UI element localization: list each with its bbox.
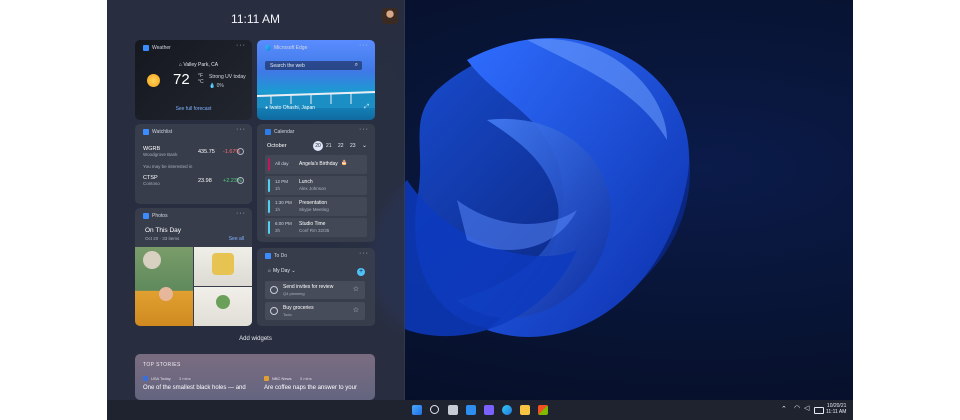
weather-widget[interactable]: Weather ··· ⌂ Valley Park, CA 72 °F °C S… (135, 40, 252, 120)
precip-icon: 💧 (209, 83, 216, 89)
search-icon[interactable] (430, 405, 439, 414)
cake-icon: 🎂 (341, 160, 348, 166)
weather-temp: 72 (173, 71, 190, 88)
top-stories-title: TOP STORIES (143, 362, 181, 368)
add-task-icon[interactable]: + (357, 268, 365, 276)
task-checkbox[interactable] (270, 286, 278, 294)
wifi-icon[interactable]: ◠ (794, 404, 800, 412)
battery-icon[interactable] (814, 407, 824, 414)
more-options-icon[interactable]: ··· (359, 250, 369, 257)
volume-icon[interactable]: ◁ (804, 404, 809, 412)
add-widgets-button[interactable]: Add widgets (107, 336, 404, 342)
edge-icon (265, 45, 271, 51)
remove-stock-icon[interactable] (237, 148, 244, 155)
photos-heading: On This Day (145, 227, 182, 234)
start-icon[interactable] (412, 405, 422, 415)
chevron-up-icon[interactable]: ⌃ (781, 405, 787, 413)
star-icon[interactable]: ☆ (353, 306, 359, 314)
watchlist-widget[interactable]: Watchlist ··· WGRB Woodgrove Bank 435.75… (135, 124, 252, 204)
image-caption: Iwato Ohashi, Japan (269, 105, 316, 111)
todo-icon (265, 253, 271, 259)
photos-widget[interactable]: Photos ··· On This Day Oct 20 · 33 items… (135, 208, 252, 326)
taskbar: ⌃ ◠ ◁ 10/20/21 11:11 AM (107, 400, 853, 420)
todo-item[interactable]: Send invites for review Q4 planning ☆ (265, 281, 365, 299)
photo-thumbnail[interactable] (194, 287, 252, 326)
tray-clock[interactable]: 10/20/21 11:11 AM (826, 403, 846, 415)
news-story[interactable]: NBC News 5 mins Are coffee naps the answ… (264, 376, 372, 396)
photo-thumbnail[interactable] (135, 247, 193, 326)
news-source-icon (143, 376, 148, 381)
weather-location: Valley Park, CA (183, 62, 219, 68)
more-options-icon[interactable]: ··· (359, 126, 369, 133)
top-stories-widget[interactable]: TOP STORIES USA Today 3 mins One of the … (135, 354, 375, 400)
forecast-link[interactable]: See full forecast (135, 106, 252, 112)
news-source-icon (264, 376, 269, 381)
search-icon: ⌕ (354, 62, 358, 68)
calendar-day-21[interactable]: 21 (326, 143, 332, 149)
weather-precip: 0% (216, 83, 224, 89)
see-all-link[interactable]: See all (229, 236, 244, 242)
todo-widget[interactable]: To Do ··· ☼ My Day ⌄ + Send invites for … (257, 248, 375, 326)
calendar-day-20[interactable]: 20 (313, 141, 323, 151)
stock-row[interactable]: WGRB Woodgrove Bank 435.75 -1.67% (143, 146, 244, 160)
more-options-icon[interactable]: ··· (359, 42, 369, 49)
weather-condition: Strong UV today (209, 74, 246, 80)
star-icon[interactable]: ☆ (353, 285, 359, 293)
todo-item[interactable]: Buy groceries Todo ☆ (265, 302, 365, 320)
calendar-event[interactable]: 1:30 PM 1h Presentation Skype Meeting (265, 197, 367, 216)
chat-icon[interactable] (484, 405, 494, 415)
panel-clock: 11:11 AM (231, 12, 280, 26)
task-checkbox[interactable] (270, 307, 278, 315)
sun-icon (147, 74, 160, 87)
todo-list-name[interactable]: My Day (273, 268, 290, 274)
calendar-icon (265, 129, 271, 135)
location-icon: ⌂ (179, 62, 183, 68)
expand-icon[interactable]: ⤢ (364, 104, 369, 111)
widgets-panel: 11:11 AM Weather ··· ⌂ Valley Park, CA 7… (107, 0, 405, 400)
add-stock-icon[interactable] (237, 177, 244, 184)
more-options-icon[interactable]: ··· (236, 126, 246, 133)
edge-taskbar-icon[interactable] (502, 405, 512, 415)
file-explorer-icon[interactable] (520, 405, 530, 415)
chevron-down-icon[interactable]: ⌄ (362, 142, 367, 149)
photo-thumbnail[interactable] (194, 247, 252, 286)
news-story[interactable]: USA Today 3 mins One of the smallest bla… (143, 376, 255, 396)
calendar-day-22[interactable]: 22 (338, 143, 344, 149)
calendar-event[interactable]: 6:00 PM 3h Studio Time Conf Rm 32/35 (265, 218, 367, 237)
widgets-icon[interactable] (466, 405, 476, 415)
store-icon[interactable] (538, 405, 548, 415)
more-options-icon[interactable]: ··· (236, 42, 246, 49)
sun-small-icon: ☼ (267, 268, 272, 274)
photos-icon (143, 213, 149, 219)
edge-widget[interactable]: Microsoft Edge ··· Search the web ⌕ ● Iw… (257, 40, 375, 120)
calendar-day-23[interactable]: 23 (350, 143, 356, 149)
calendar-widget[interactable]: Calendar ··· October 20 21 22 23 ⌄ All d… (257, 124, 375, 242)
weather-app-icon (143, 45, 149, 51)
task-view-icon[interactable] (448, 405, 458, 415)
calendar-event[interactable]: 12 PM 1h Lunch Alex Johnson (265, 176, 367, 195)
more-options-icon[interactable]: ··· (236, 210, 246, 217)
chart-icon (143, 129, 149, 135)
web-search-box[interactable]: Search the web ⌕ (265, 61, 362, 70)
photos-sub: Oct 20 · 33 items (145, 236, 180, 241)
unit-c[interactable]: °C (198, 79, 204, 85)
calendar-month: October (267, 143, 287, 149)
user-avatar[interactable] (382, 8, 398, 24)
location-pin-icon: ● (265, 105, 269, 111)
stock-row[interactable]: CTSP Contoso 23.98 +2.23% (143, 175, 244, 189)
chevron-down-icon[interactable]: ⌄ (291, 268, 295, 274)
desktop: 11:11 AM Weather ··· ⌂ Valley Park, CA 7… (107, 0, 853, 420)
calendar-event[interactable]: All day Angela's Birthday 🎂 (265, 155, 367, 174)
